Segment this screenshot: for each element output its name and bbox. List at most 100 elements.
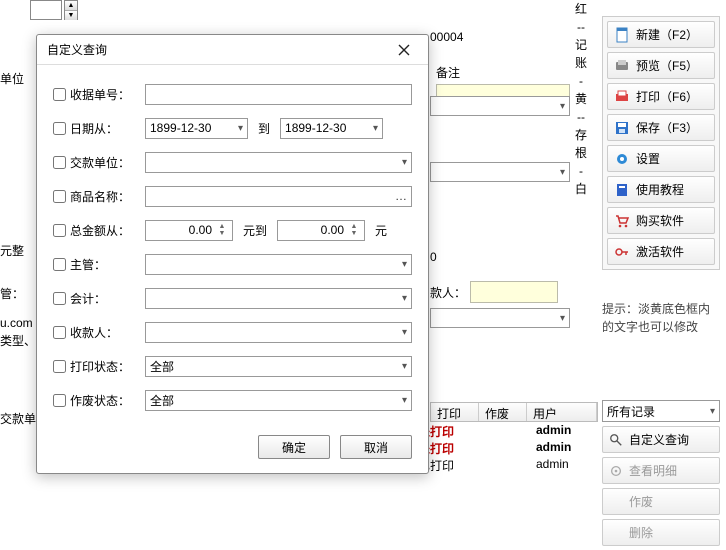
void-button[interactable]: 作废 bbox=[602, 488, 720, 515]
table-row[interactable]: 未打印 admin bbox=[412, 440, 590, 457]
chevron-down-icon: ▾ bbox=[402, 361, 407, 372]
chk-amount[interactable]: 总金额从： bbox=[53, 222, 139, 239]
print-label: 打印（F6） bbox=[636, 88, 698, 105]
records-filter-combo[interactable]: 所有记录 ▾ bbox=[602, 400, 720, 422]
chevron-down-icon: ▾ bbox=[373, 123, 378, 134]
ok-button[interactable]: 确定 bbox=[258, 435, 330, 459]
chk-receipt-no[interactable]: 收据单号： bbox=[53, 86, 139, 103]
payee-bg-input[interactable] bbox=[470, 281, 558, 303]
chk-director[interactable]: 主管： bbox=[53, 256, 139, 273]
docno-partial: 00004 bbox=[430, 30, 463, 44]
print-button[interactable]: 打印（F6） bbox=[607, 83, 715, 110]
right-toolbar: 新建（F2） 预览（F5） 打印（F6） 保存（F3） 设置 使用教程 购买软件 bbox=[602, 16, 720, 270]
left-leixing: 类型、 bbox=[0, 330, 36, 351]
buy-button[interactable]: 购买软件 bbox=[607, 207, 715, 234]
chevron-down-icon: ▾ bbox=[402, 293, 407, 304]
product-browse[interactable]: … bbox=[145, 186, 412, 207]
left-guan: 管： bbox=[0, 283, 24, 304]
chevron-down-icon: ▾ bbox=[710, 406, 715, 417]
activate-button[interactable]: 激活软件 bbox=[607, 238, 715, 265]
dialog-title: 自定义查询 bbox=[47, 41, 107, 58]
director-combo[interactable]: ▾ bbox=[145, 254, 412, 275]
th-user[interactable]: 用户 bbox=[527, 403, 597, 421]
vertical-text: 红--记账-黄--存根-白 bbox=[572, 0, 590, 198]
new-button[interactable]: 新建（F2） bbox=[607, 21, 715, 48]
payer-unit-combo[interactable]: ▾ bbox=[145, 152, 412, 173]
chk-date[interactable]: 日期从： bbox=[53, 120, 139, 137]
save-icon bbox=[614, 120, 630, 136]
chevron-down-icon: ▾ bbox=[402, 395, 407, 406]
print-status-combo[interactable]: 全部▾ bbox=[145, 356, 412, 377]
new-label: 新建（F2） bbox=[636, 26, 698, 43]
date-to-label: 到 bbox=[254, 120, 274, 137]
chk-print-status[interactable]: 打印状态： bbox=[53, 358, 139, 375]
th-print[interactable]: 打印 bbox=[431, 403, 479, 421]
custom-query-button[interactable]: 自定义查询 bbox=[602, 426, 720, 453]
receipt-no-input[interactable] bbox=[145, 84, 412, 105]
unit-label: 单位 bbox=[0, 68, 24, 89]
tutorial-label: 使用教程 bbox=[636, 181, 684, 198]
bg-combo-3[interactable]: ▾ bbox=[430, 308, 570, 328]
close-icon bbox=[398, 44, 410, 56]
spinner-icon[interactable]: ▲▼ bbox=[348, 223, 360, 237]
buy-label: 购买软件 bbox=[636, 212, 684, 229]
left-yuanzheng: 元整 bbox=[0, 240, 24, 261]
view-detail-button[interactable]: 查看明细 bbox=[602, 457, 720, 484]
print-icon bbox=[614, 89, 630, 105]
chk-payee[interactable]: 收款人： bbox=[53, 324, 139, 341]
chevron-down-icon: ▾ bbox=[238, 123, 243, 134]
gear-icon bbox=[614, 151, 630, 167]
left-jiaokuandan: 交款单 bbox=[0, 408, 36, 429]
hint-text: 提示：淡黄底色框内的文字也可以修改 bbox=[602, 300, 720, 336]
book-icon bbox=[614, 182, 630, 198]
chk-payer-unit[interactable]: 交款单位： bbox=[53, 154, 139, 171]
amount-to-input[interactable]: 0.00 ▲▼ bbox=[277, 220, 365, 241]
records-filter-label: 所有记录 bbox=[607, 403, 655, 420]
close-button[interactable] bbox=[390, 39, 418, 61]
bg-combo-1[interactable]: ▾ bbox=[430, 96, 570, 116]
table-row[interactable]: 未打印 admin bbox=[412, 423, 590, 440]
accountant-combo[interactable]: ▾ bbox=[145, 288, 412, 309]
th-void[interactable]: 作废 bbox=[479, 403, 527, 421]
save-button[interactable]: 保存（F3） bbox=[607, 114, 715, 141]
chevron-down-icon: ▾ bbox=[402, 327, 407, 338]
top-num-input[interactable] bbox=[30, 0, 62, 20]
doc-icon bbox=[614, 27, 630, 43]
chk-product[interactable]: 商品名称： bbox=[53, 188, 139, 205]
preview-icon bbox=[614, 58, 630, 74]
chk-accountant[interactable]: 会计： bbox=[53, 290, 139, 307]
preview-button[interactable]: 预览（F5） bbox=[607, 52, 715, 79]
chevron-down-icon: ▾ bbox=[402, 157, 407, 168]
detail-icon bbox=[609, 464, 623, 478]
cancel-button[interactable]: 取消 bbox=[340, 435, 412, 459]
top-spinner[interactable]: ▲▼ bbox=[64, 0, 78, 20]
table-row[interactable]: 已打印 admin bbox=[412, 457, 590, 474]
key-icon bbox=[614, 244, 630, 260]
cell-user: admin bbox=[530, 423, 590, 440]
settings-button[interactable]: 设置 bbox=[607, 145, 715, 172]
preview-label: 预览（F5） bbox=[636, 57, 698, 74]
bg-combo-2[interactable]: ▾ bbox=[430, 162, 570, 182]
payee-combo[interactable]: ▾ bbox=[145, 322, 412, 343]
amount-mid-label: 元到 bbox=[239, 222, 271, 239]
payee-bg-label: 款人： bbox=[430, 284, 466, 301]
custom-query-dialog: 自定义查询 收据单号： 日期从： 1899-12-30▾ 到 1899-12-3… bbox=[36, 34, 429, 474]
magnifier-icon bbox=[609, 433, 623, 447]
save-label: 保存（F3） bbox=[636, 119, 698, 136]
remark-label: 备注 bbox=[436, 64, 570, 84]
date-from-input[interactable]: 1899-12-30▾ bbox=[145, 118, 248, 139]
chevron-down-icon: ▾ bbox=[402, 259, 407, 270]
ellipsis-icon: … bbox=[395, 189, 407, 203]
bg-zero: 0 bbox=[430, 250, 437, 264]
date-to-input[interactable]: 1899-12-30▾ bbox=[280, 118, 383, 139]
activate-label: 激活软件 bbox=[636, 243, 684, 260]
delete-button[interactable]: 删除 bbox=[602, 519, 720, 546]
chk-void-status[interactable]: 作废状态： bbox=[53, 392, 139, 409]
amount-from-input[interactable]: 0.00 ▲▼ bbox=[145, 220, 233, 241]
amount-suffix: 元 bbox=[371, 222, 391, 239]
cart-icon bbox=[614, 213, 630, 229]
tutorial-button[interactable]: 使用教程 bbox=[607, 176, 715, 203]
spinner-icon[interactable]: ▲▼ bbox=[216, 223, 228, 237]
void-status-combo[interactable]: 全部▾ bbox=[145, 390, 412, 411]
settings-label: 设置 bbox=[636, 150, 660, 167]
